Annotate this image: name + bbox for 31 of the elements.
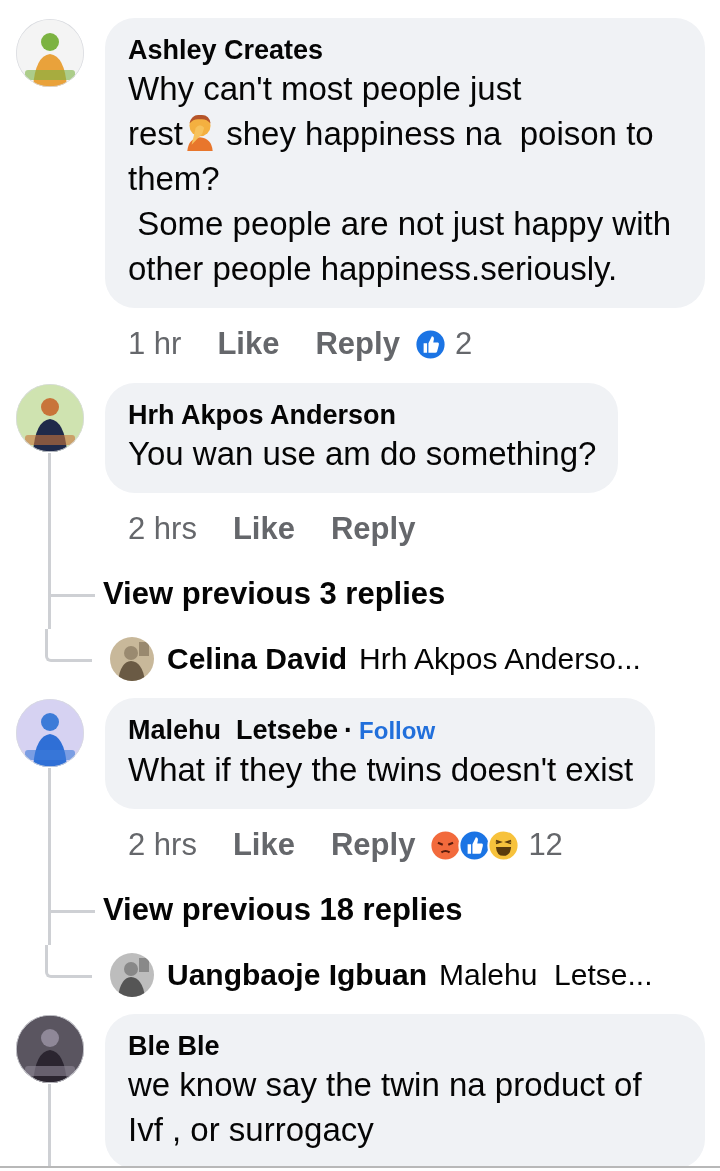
like-button[interactable]: Like [217,326,280,362]
comment-text: What if they the twins doesn't exist [128,750,634,790]
reply-button[interactable]: Reply [330,827,416,863]
reaction-count: 12 [528,827,563,863]
author-name[interactable]: Ashley Creates [128,34,324,66]
comment-text: You wan use am do something? [128,434,597,474]
comment-time: 1 hr [128,326,182,362]
view-replies-link[interactable]: View previous 3 replies [103,576,446,612]
reply-author[interactable]: Uangbaoje Igbuan [167,958,427,992]
view-replies-link[interactable]: View previous 18 replies [103,892,463,928]
laughing-face-icon [487,828,521,862]
reply-preview-text[interactable]: Malehu Letse... [439,958,653,992]
reply-button[interactable]: Reply [315,326,400,362]
like-button[interactable]: Like [232,511,295,547]
author-name[interactable]: Malehu Letsebe [128,714,339,746]
reply-button[interactable]: Reply [330,511,416,547]
follow-link[interactable]: Follow [359,715,436,747]
comment-time: 2 hrs [128,511,197,547]
reply-author[interactable]: Celina David [167,642,348,676]
author-name[interactable]: Hrh Akpos Anderson [128,399,397,431]
comment-text: we know say the twin na product of Ivf , or surrogacy [128,1065,643,1150]
thread-connector [45,945,92,978]
author-name[interactable]: Ble Ble [128,1030,220,1062]
reaction-count: 2 [454,326,473,362]
comment-time: 2 hrs [128,827,197,863]
comment-text: Why can't most people just rest shey happiness na poison to them? Some people are not just happy with other people happiness.seriously. [128,69,672,289]
separator-dot: · [344,714,354,746]
reply-preview-text[interactable]: Hrh Akpos Anderso... [359,642,641,676]
like-reaction-icon [413,327,447,361]
thread-connector [45,629,92,662]
like-button[interactable]: Like [232,827,295,863]
